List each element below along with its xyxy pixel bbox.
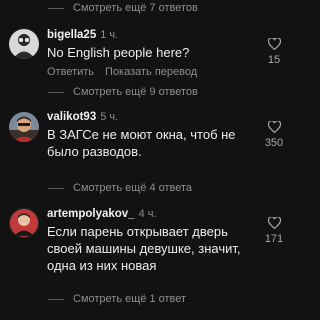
comment-header: bigella25 1 ч.: [47, 29, 118, 41]
divider: [48, 187, 64, 189]
heart-outline-icon: [267, 121, 281, 133]
view-more-replies-label: Смотреть ещё 7 ответов: [73, 2, 198, 14]
view-more-replies[interactable]: Смотреть ещё 4 ответа: [48, 182, 192, 194]
avatar[interactable]: [9, 29, 39, 59]
view-more-replies-label: Смотреть ещё 9 ответов: [73, 86, 198, 98]
username[interactable]: bigella25: [47, 29, 96, 41]
like-count: 350: [264, 137, 284, 149]
view-more-replies[interactable]: Смотреть ещё 1 ответ: [48, 293, 186, 305]
timestamp: 5 ч.: [100, 111, 119, 123]
like-button[interactable]: 350: [261, 121, 287, 149]
view-more-replies-label: Смотреть ещё 4 ответа: [73, 182, 193, 194]
timestamp: 1 ч.: [100, 29, 119, 41]
reply-button[interactable]: Ответить: [47, 66, 94, 78]
comment-text: Если парень открывает дверь своей машины…: [47, 224, 241, 273]
like-button[interactable]: 15: [261, 38, 287, 66]
comment-header: valikot93 5 ч.: [47, 111, 118, 123]
show-translation-button[interactable]: Показать перевод: [105, 66, 197, 78]
timestamp: 4 ч.: [138, 208, 157, 220]
heart-outline-icon: [267, 217, 281, 229]
comment-actions: Ответить Показать перевод: [47, 66, 197, 78]
divider: [48, 298, 64, 300]
like-count: 171: [264, 233, 284, 245]
view-more-replies[interactable]: Смотреть ещё 9 ответов: [48, 86, 198, 98]
comment-header: artempolyakov_ 4 ч.: [47, 208, 157, 220]
username[interactable]: valikot93: [47, 111, 96, 123]
like-button[interactable]: 171: [261, 217, 287, 245]
username[interactable]: artempolyakov_: [47, 208, 135, 220]
heart-outline-icon: [267, 38, 281, 50]
comment-text: No English people here?: [47, 45, 190, 60]
divider: [48, 7, 64, 9]
view-more-replies[interactable]: Смотреть ещё 7 ответов: [48, 2, 198, 14]
divider: [48, 91, 64, 93]
view-more-replies-label: Смотреть ещё 1 ответ: [73, 293, 187, 305]
avatar[interactable]: [9, 112, 39, 142]
avatar[interactable]: [9, 208, 39, 238]
comment-text: В ЗАГСе не моют окна, чтоб не было разво…: [47, 127, 236, 159]
like-count: 15: [267, 54, 281, 66]
